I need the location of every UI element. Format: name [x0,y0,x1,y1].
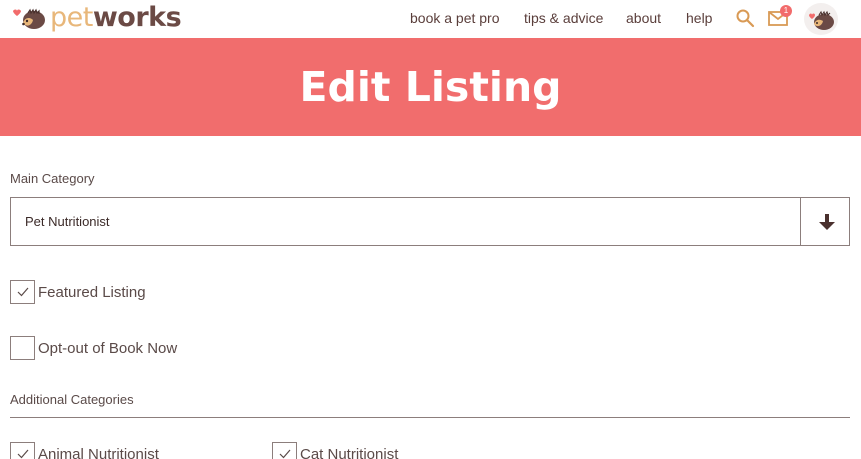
featured-listing-option[interactable]: Featured Listing [10,280,146,304]
hedgehog-logo-icon [13,8,45,29]
main-category-value: Pet Nutritionist [25,214,110,229]
optout-book-now-option[interactable]: Opt-out of Book Now [10,336,177,360]
checkmark-icon [17,449,29,459]
petworks-logo[interactable]: petworks [10,2,182,34]
nav-help[interactable]: help [686,10,712,26]
main-category-label: Main Category [10,171,95,186]
animal-nutritionist-label: Animal Nutritionist [38,445,159,459]
featured-listing-checkbox[interactable] [10,280,35,304]
optout-book-now-label: Opt-out of Book Now [38,339,178,357]
additional-categories-label: Additional Categories [10,392,134,407]
page-banner: Edit Listing [0,38,861,136]
search-icon[interactable] [735,8,755,28]
mail-badge: 1 [780,5,792,17]
nav-book-a-pet-pro[interactable]: book a pet pro [410,10,500,26]
checkmark-icon [17,287,29,297]
cat-nutritionist-label: Cat Nutritionist [300,445,399,459]
additional-category-cat-nutritionist[interactable]: Cat Nutritionist [272,442,398,459]
user-avatar[interactable] [804,3,838,35]
nav-about[interactable]: about [626,10,661,26]
main-category-select[interactable]: Pet Nutritionist [10,197,850,246]
hedgehog-avatar-icon [809,10,834,30]
cat-nutritionist-checkbox[interactable] [272,442,297,459]
nav-tips-advice[interactable]: tips & advice [524,10,603,26]
arrow-down-icon[interactable] [817,212,837,232]
select-divider [800,198,801,245]
top-navigation: petworks book a pet pro tips & advice ab… [0,0,861,38]
checkmark-icon [279,449,291,459]
featured-listing-label: Featured Listing [38,283,146,301]
page-title: Edit Listing [299,63,562,111]
additional-category-animal-nutritionist[interactable]: Animal Nutritionist [10,442,159,459]
animal-nutritionist-checkbox[interactable] [10,442,35,459]
section-divider [10,417,850,418]
logo-text-works: works [92,2,182,33]
logo-text-pet: pet [50,2,93,33]
logo-wordmark: petworks [50,2,182,33]
optout-book-now-checkbox[interactable] [10,336,35,360]
